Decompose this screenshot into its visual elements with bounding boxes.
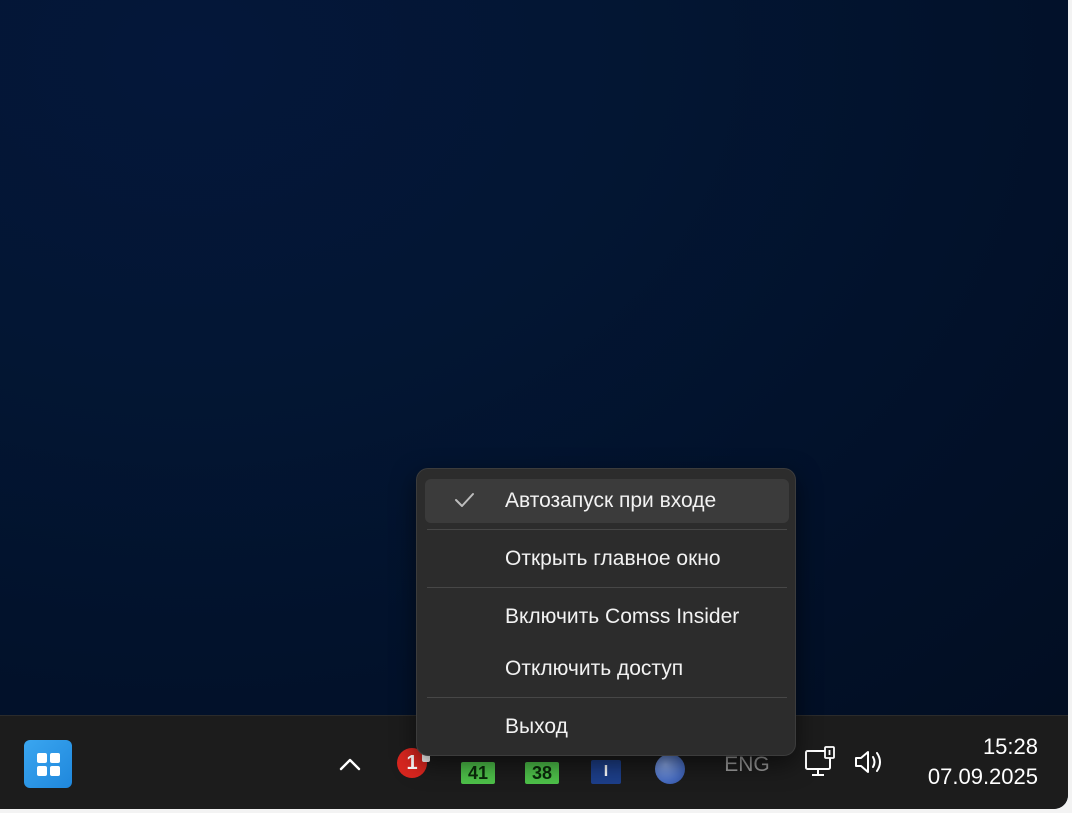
menu-item-label: Отключить доступ (505, 657, 684, 680)
show-hidden-icons-button[interactable] (330, 744, 370, 784)
menu-item-label: Выход (505, 715, 568, 738)
globe-icon (655, 754, 685, 784)
checkmark-icon (455, 493, 474, 507)
windows-logo-icon (24, 740, 72, 788)
menu-item-open-main-window[interactable]: Открыть главное окно (425, 537, 789, 581)
screen: 1 41 38 I ENG 15:28 07.09.2025 Автозапус… (0, 0, 1068, 809)
counter-a-text: 41 (461, 762, 495, 784)
menu-item-exit[interactable]: Выход (425, 705, 789, 749)
tray-app-counter-a[interactable]: 41 (458, 752, 498, 784)
menu-item-disable-access[interactable]: Отключить доступ (425, 647, 789, 691)
menu-divider (427, 587, 787, 588)
tray-app-blue[interactable]: I (586, 752, 626, 784)
counter-b-text: 38 (525, 762, 559, 784)
menu-item-enable-insider[interactable]: Включить Comss Insider (425, 595, 789, 639)
volume-button[interactable] (850, 742, 890, 782)
network-button[interactable] (800, 742, 840, 782)
clock-date: 07.09.2025 (927, 764, 1038, 789)
clock[interactable]: 15:28 07.09.2025 (910, 730, 1038, 794)
menu-item-label: Автозапуск при входе (505, 489, 717, 512)
speaker-icon (855, 751, 881, 773)
menu-divider (427, 697, 787, 698)
menu-divider (427, 529, 787, 530)
menu-item-autostart[interactable]: Автозапуск при входе (425, 479, 789, 523)
clock-time: 15:28 (982, 734, 1038, 759)
menu-item-label: Включить Comss Insider (505, 605, 740, 628)
chevron-up-icon (339, 758, 361, 771)
network-monitor-icon (805, 746, 835, 776)
start-button[interactable] (20, 736, 76, 792)
tray-app-counter-b[interactable]: 38 (522, 752, 562, 784)
app-badge-text: 1 (406, 751, 418, 774)
tray-context-menu: Автозапуск при входе Открыть главное окн… (416, 468, 796, 756)
menu-item-label: Открыть главное окно (505, 547, 721, 570)
blue-app-icon: I (591, 760, 621, 784)
